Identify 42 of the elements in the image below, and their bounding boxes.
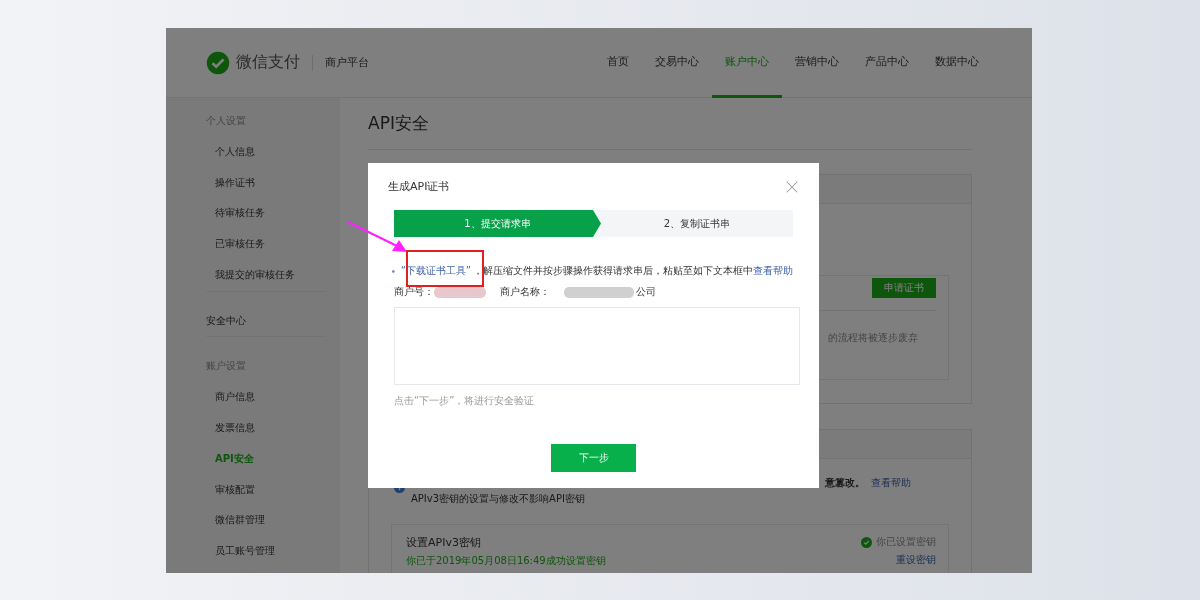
sidebar-item[interactable]: 商户信息 bbox=[206, 388, 326, 420]
merchant-id-label: 商户号： bbox=[394, 285, 434, 299]
redacted-block bbox=[434, 286, 486, 298]
sidebar-item[interactable]: 已审核任务 bbox=[206, 235, 326, 266]
nav-tab[interactable]: 营销中心 bbox=[782, 28, 852, 98]
sidebar-item[interactable]: 审核配置 bbox=[206, 480, 326, 512]
sidebar-item[interactable]: 个人信息 bbox=[206, 142, 326, 174]
platform-name: 商户平台 bbox=[325, 55, 369, 70]
logo-text: 微信支付 bbox=[236, 52, 300, 73]
notice-text: 意篡改。 bbox=[825, 476, 865, 490]
annotation-arrow bbox=[347, 221, 407, 252]
logo-icon bbox=[206, 50, 230, 75]
close-icon bbox=[785, 179, 799, 194]
nav-tab[interactable]: 数据中心 bbox=[922, 28, 992, 98]
nav-tab[interactable]: 账户中心 bbox=[712, 28, 782, 98]
sidebar-item[interactable]: 操作证书 bbox=[206, 173, 326, 205]
sidebar-item[interactable]: 员工账号管理 bbox=[206, 542, 326, 573]
page-title: API安全 bbox=[368, 112, 429, 135]
request-string-field[interactable] bbox=[394, 307, 800, 385]
help-link[interactable]: 查看帮助 bbox=[753, 264, 793, 278]
merchant-name-label: 商户名称： bbox=[500, 285, 550, 299]
nav-tab[interactable]: 产品中心 bbox=[852, 28, 922, 98]
reset-key-link[interactable]: 重设密钥 bbox=[896, 553, 936, 567]
sidebar-item[interactable]: 待审核任务 bbox=[206, 204, 326, 236]
sidebar-item[interactable]: 安全中心 bbox=[206, 311, 326, 343]
sidebar-item[interactable]: 我提交的审核任务 bbox=[206, 265, 326, 297]
key-title: 设置APIv3密钥 bbox=[406, 535, 482, 550]
apply-certificate-button[interactable]: 申请证书 bbox=[872, 278, 936, 298]
check-icon bbox=[861, 536, 872, 548]
close-button[interactable] bbox=[785, 179, 799, 194]
nav-tab[interactable]: 交易中心 bbox=[642, 28, 712, 98]
nav-tab[interactable]: 首页 bbox=[594, 28, 642, 98]
key-set-time: 你已于2019年05月08日16:49成功设置密钥 bbox=[406, 554, 606, 568]
sidebar-item[interactable]: 发票信息 bbox=[206, 419, 326, 450]
redacted-block bbox=[564, 286, 634, 298]
merchant-name-text: 公司 bbox=[636, 285, 656, 299]
help-link[interactable]: 查看帮助 bbox=[871, 476, 911, 490]
next-step-button[interactable]: 下一步 bbox=[551, 444, 636, 472]
download-tool-link[interactable]: “下载证书工具” bbox=[400, 264, 471, 278]
notice-text: APIv3密钥的设置与修改不影响API密钥 bbox=[411, 492, 586, 506]
dialog-title: 生成API证书 bbox=[388, 179, 450, 194]
sidebar-item[interactable]: 微信群管理 bbox=[206, 511, 326, 543]
